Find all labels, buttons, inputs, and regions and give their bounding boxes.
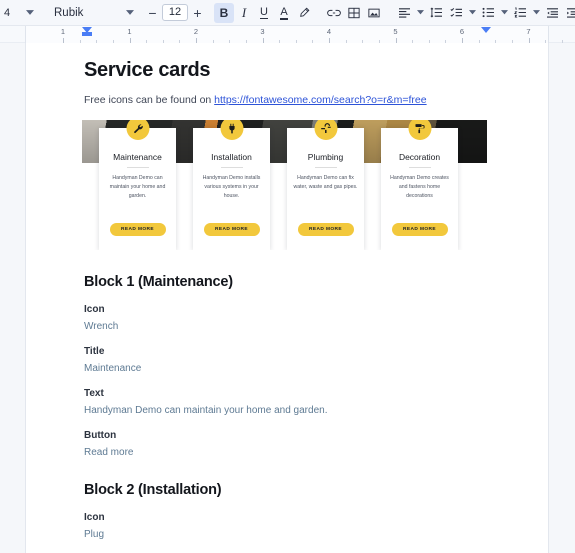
font-family-select[interactable]: Rubik [46, 3, 124, 23]
card-divider [408, 167, 431, 168]
line-spacing-icon[interactable] [426, 3, 446, 23]
card-divider [314, 167, 337, 168]
document-canvas[interactable]: Service cards Free icons can be found on… [0, 43, 575, 553]
service-card[interactable]: Maintenance Handyman Demo can maintain yo… [99, 120, 176, 250]
chevron-down-icon[interactable] [498, 3, 510, 23]
font-family-value: Rubik [54, 6, 84, 19]
card-title: Installation [211, 152, 252, 162]
card-text: Handyman Demo can fix water, waste and g… [293, 175, 358, 191]
chevron-down-icon[interactable] [466, 3, 478, 23]
font-size-group: − 12 + [146, 0, 204, 26]
text-color-glyph: A [280, 5, 288, 20]
fontawesome-link[interactable]: https://fontawesome.com/search?o=r&m=fre… [214, 94, 426, 106]
service-cards-banner: Maintenance Handyman Demo can maintain yo… [82, 120, 487, 250]
chevron-down-icon[interactable] [530, 3, 542, 23]
chevron-down-icon[interactable] [24, 3, 36, 23]
text-color-button[interactable]: A [274, 3, 294, 23]
card-text: Handyman Demo installs various systems i… [202, 175, 261, 200]
wrench-icon [126, 120, 149, 140]
field-label: Title [84, 346, 105, 357]
lead-paragraph: Free icons can be found on https://fonta… [84, 94, 490, 106]
bulleted-list-icon[interactable] [478, 3, 498, 23]
decrease-font-size-button[interactable]: − [146, 5, 159, 21]
paragraph-group [394, 0, 575, 26]
paint-roller-icon [408, 120, 431, 140]
ruler-number: 1 [60, 27, 66, 36]
ruler-number: 3 [260, 27, 265, 36]
underline-button[interactable]: U [254, 3, 274, 23]
card-title: Decoration [398, 152, 441, 162]
numbered-list-icon[interactable] [510, 3, 530, 23]
horizontal-ruler[interactable]: 1 1 2 3 4 5 6 7 [0, 26, 575, 43]
block-sections: Block 1 (Maintenance) Icon Wrench Title Main… [84, 274, 490, 540]
field-label: Text [84, 388, 104, 399]
field-value: Read more [84, 447, 134, 458]
ruler-number: 6 [459, 27, 465, 36]
card-text: Handyman Demo can maintain your home and… [109, 175, 166, 200]
card-text: Handyman Demo creates and fastens home d… [390, 175, 449, 200]
card-read-more-button[interactable]: READ MORE [109, 223, 166, 236]
card-divider [220, 167, 243, 168]
service-card[interactable]: Plumbing Handyman Demo can fix water, was… [287, 120, 364, 250]
service-cards-row: Maintenance Handyman Demo can maintain yo… [82, 120, 487, 250]
align-left-icon[interactable] [394, 3, 414, 23]
ruler-number: 4 [326, 27, 332, 36]
text-format-group: B I U A [214, 0, 314, 26]
service-card[interactable]: Decoration Handyman Demo creates and fast… [381, 120, 458, 250]
table-icon[interactable] [344, 3, 364, 23]
increase-indent-icon[interactable] [562, 3, 575, 23]
card-read-more-button[interactable]: READ MORE [297, 223, 354, 236]
left-indent-marker[interactable] [82, 32, 92, 36]
chevron-down-icon[interactable] [414, 3, 426, 23]
decrease-indent-icon[interactable] [542, 3, 562, 23]
card-divider [126, 167, 149, 168]
card-read-more-button[interactable]: READ MORE [391, 223, 448, 236]
block-heading: Block 2 (Installation) [84, 482, 222, 498]
service-card[interactable]: Installation Handyman Demo installs vario… [193, 120, 270, 250]
field-value: Wrench [84, 321, 119, 332]
field-label: Icon [84, 304, 105, 315]
formatting-toolbar: 4 Rubik − 12 + B I U A [0, 0, 575, 26]
highlight-pen-icon[interactable] [294, 3, 314, 23]
card-title: Maintenance [113, 152, 162, 162]
ruler-number: 7 [526, 27, 531, 36]
font-size-input[interactable]: 12 [162, 4, 188, 21]
plug-icon [220, 120, 243, 140]
field-value: Maintenance [84, 363, 142, 374]
ruler-page-span: 1 1 2 3 4 5 6 7 [25, 26, 563, 43]
underline-glyph: U [260, 6, 268, 19]
font-family-group: Rubik [46, 0, 136, 26]
block-heading: Block 1 (Maintenance) [84, 274, 233, 290]
ruler-number: 2 [193, 27, 199, 36]
page-title: Service cards [84, 59, 211, 81]
document-page[interactable]: Service cards Free icons can be found on… [25, 43, 549, 553]
card-title: Plumbing [307, 152, 344, 162]
document-body[interactable]: Service cards Free icons can be found on… [26, 43, 548, 540]
field-label: Button [84, 430, 117, 441]
bold-button[interactable]: B [214, 2, 234, 23]
image-icon[interactable] [364, 3, 384, 23]
right-indent-marker[interactable] [481, 27, 491, 33]
field-label: Icon [84, 512, 105, 523]
italic-button[interactable]: I [234, 3, 254, 23]
card-read-more-button[interactable]: READ MORE [203, 223, 260, 236]
ruler-number: 5 [393, 27, 398, 36]
field-value: Handyman Demo can maintain your home and… [84, 405, 328, 416]
field-value: Plug [84, 529, 105, 540]
ruler-number: 1 [127, 27, 132, 36]
link-icon[interactable] [324, 3, 344, 23]
checklist-icon[interactable] [446, 3, 466, 23]
chevron-down-icon[interactable] [124, 3, 136, 23]
lead-prefix: Free icons can be found on [84, 94, 215, 106]
increase-font-size-button[interactable]: + [191, 5, 204, 21]
insert-group [324, 0, 384, 26]
faucet-icon [314, 120, 337, 140]
paragraph-style-select[interactable]: 4 [2, 3, 24, 23]
paragraph-style-value: 4 [4, 6, 11, 19]
paragraph-style-group: 4 [2, 0, 36, 26]
